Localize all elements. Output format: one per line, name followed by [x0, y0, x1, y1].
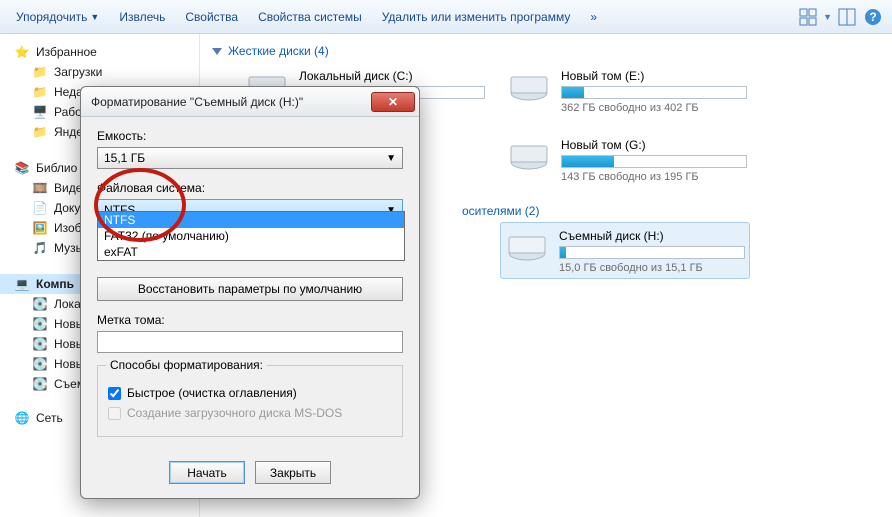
label: Библио: [36, 161, 77, 175]
chevron-down-icon: ▼: [386, 153, 396, 164]
preview-pane-icon[interactable]: [836, 6, 858, 28]
folder-icon: 📁: [32, 64, 48, 80]
drive-bar: [561, 155, 747, 168]
desktop-icon: 🖥️: [32, 104, 48, 120]
section-hard-disks[interactable]: Жесткие диски (4): [212, 40, 880, 62]
toolbar-more[interactable]: »: [582, 6, 605, 28]
toolbar-properties-label: Свойства: [185, 10, 238, 24]
toolbar-organize[interactable]: Упорядочить▼: [8, 6, 107, 28]
help-icon[interactable]: ?: [862, 6, 884, 28]
drive-label: Новый том (G:): [561, 138, 747, 155]
toolbar-extract-label: Извлечь: [119, 10, 165, 24]
removable-drive-icon: [505, 227, 549, 263]
quick-format-label: Быстрое (очистка оглавления): [127, 386, 297, 400]
chevron-down-icon: ▼: [90, 12, 99, 22]
toolbar-system-properties[interactable]: Свойства системы: [250, 6, 370, 28]
close-dialog-button[interactable]: Закрыть: [255, 461, 331, 484]
chevron-down-icon[interactable]: ▼: [823, 12, 832, 22]
section-removable[interactable]: осителями (2): [462, 200, 762, 222]
close-button[interactable]: ✕: [371, 92, 415, 112]
library-icon: 📚: [14, 160, 30, 176]
start-button[interactable]: Начать: [169, 461, 245, 484]
drive-free: 362 ГБ свободно из 402 ГБ: [561, 102, 747, 114]
checkbox-input[interactable]: [108, 387, 121, 400]
filesystem-label: Файловая система:: [97, 181, 403, 195]
sidebar-favorites[interactable]: ⭐ Избранное: [0, 42, 199, 62]
drive-icon: 💽: [32, 356, 48, 372]
close-icon: ✕: [388, 95, 398, 109]
filesystem-dropdown: NTFS FAT32 (по умолчанию) exFAT: [97, 211, 405, 261]
drive-e[interactable]: Новый том (E:) 362 ГБ свободно из 402 ГБ: [502, 62, 752, 119]
group-title: Способы форматирования:: [106, 358, 267, 372]
msdos-checkbox: Создание загрузочного диска MS-DOS: [108, 406, 392, 420]
dropdown-item-ntfs[interactable]: NTFS: [98, 212, 404, 228]
volume-input[interactable]: [97, 331, 403, 353]
picture-icon: 🖼️: [32, 220, 48, 236]
toolbar-properties[interactable]: Свойства: [177, 6, 246, 28]
dialog-title: Форматирование "Съемный диск (H:)": [91, 95, 371, 109]
dropdown-item-fat32[interactable]: FAT32 (по умолчанию): [98, 228, 404, 244]
drive-label: Новый том (E:): [561, 69, 747, 86]
hard-disks-header-label: Жесткие диски (4): [228, 44, 329, 58]
label: Избранное: [36, 45, 97, 59]
drive-icon: 💽: [32, 376, 48, 392]
drive-icon: 💽: [32, 316, 48, 332]
drive-free: 143 ГБ свободно из 195 ГБ: [561, 171, 747, 183]
label: Сеть: [36, 411, 63, 425]
network-icon: 🌐: [14, 410, 30, 426]
removable-header-label: осителями (2): [462, 204, 539, 218]
dialog-titlebar[interactable]: Форматирование "Съемный диск (H:)" ✕: [81, 87, 419, 117]
volume-label: Метка тома:: [97, 313, 403, 327]
label: Компь: [36, 277, 74, 291]
star-icon: ⭐: [14, 44, 30, 60]
drive-bar: [561, 86, 747, 99]
label: Загрузки: [54, 65, 102, 79]
drive-label: Съемный диск (H:): [559, 229, 745, 246]
drive-g[interactable]: Новый том (G:) 143 ГБ свободно из 195 ГБ: [502, 131, 752, 188]
format-dialog: Форматирование "Съемный диск (H:)" ✕ Емк…: [80, 86, 420, 499]
folder-icon: 📁: [32, 124, 48, 140]
hdd-icon: [507, 67, 551, 103]
toolbar-system-properties-label: Свойства системы: [258, 10, 362, 24]
drive-h[interactable]: Съемный диск (H:) 15,0 ГБ свободно из 15…: [500, 222, 750, 279]
document-icon: 📄: [32, 200, 48, 216]
drive-icon: 💽: [32, 296, 48, 312]
format-options-group: Способы форматирования: Быстрое (очистка…: [97, 365, 403, 437]
drive-icon: 💽: [32, 336, 48, 352]
toolbar-more-label: »: [590, 10, 597, 24]
collapse-arrow-icon: [212, 48, 222, 55]
toolbar-uninstall[interactable]: Удалить или изменить программу: [374, 6, 579, 28]
dropdown-item-exfat[interactable]: exFAT: [98, 244, 404, 260]
computer-icon: 💻: [14, 276, 30, 292]
toolbar-uninstall-label: Удалить или изменить программу: [382, 10, 571, 24]
restore-defaults-button[interactable]: Восстановить параметры по умолчанию: [97, 277, 403, 301]
toolbar-organize-label: Упорядочить: [16, 10, 87, 24]
hdd-icon: [507, 136, 551, 172]
checkbox-input: [108, 407, 121, 420]
toolbar-extract[interactable]: Извлечь: [111, 6, 173, 28]
msdos-label: Создание загрузочного диска MS-DOS: [127, 406, 342, 420]
view-mode-icon[interactable]: [797, 6, 819, 28]
video-icon: 🎞️: [32, 180, 48, 196]
capacity-label: Емкость:: [97, 129, 403, 143]
capacity-select[interactable]: 15,1 ГБ ▼: [97, 147, 403, 169]
drive-bar: [559, 246, 745, 259]
sidebar-downloads[interactable]: 📁 Загрузки: [0, 62, 199, 82]
toolbar: Упорядочить▼ Извлечь Свойства Свойства с…: [0, 0, 892, 34]
quick-format-checkbox[interactable]: Быстрое (очистка оглавления): [108, 386, 392, 400]
drive-label: Локальный диск (C:): [299, 69, 485, 86]
svg-text:?: ?: [869, 10, 876, 24]
folder-icon: 📁: [32, 84, 48, 100]
capacity-value: 15,1 ГБ: [104, 151, 145, 165]
drive-free: 15,0 ГБ свободно из 15,1 ГБ: [559, 262, 745, 274]
music-icon: 🎵: [32, 240, 48, 256]
